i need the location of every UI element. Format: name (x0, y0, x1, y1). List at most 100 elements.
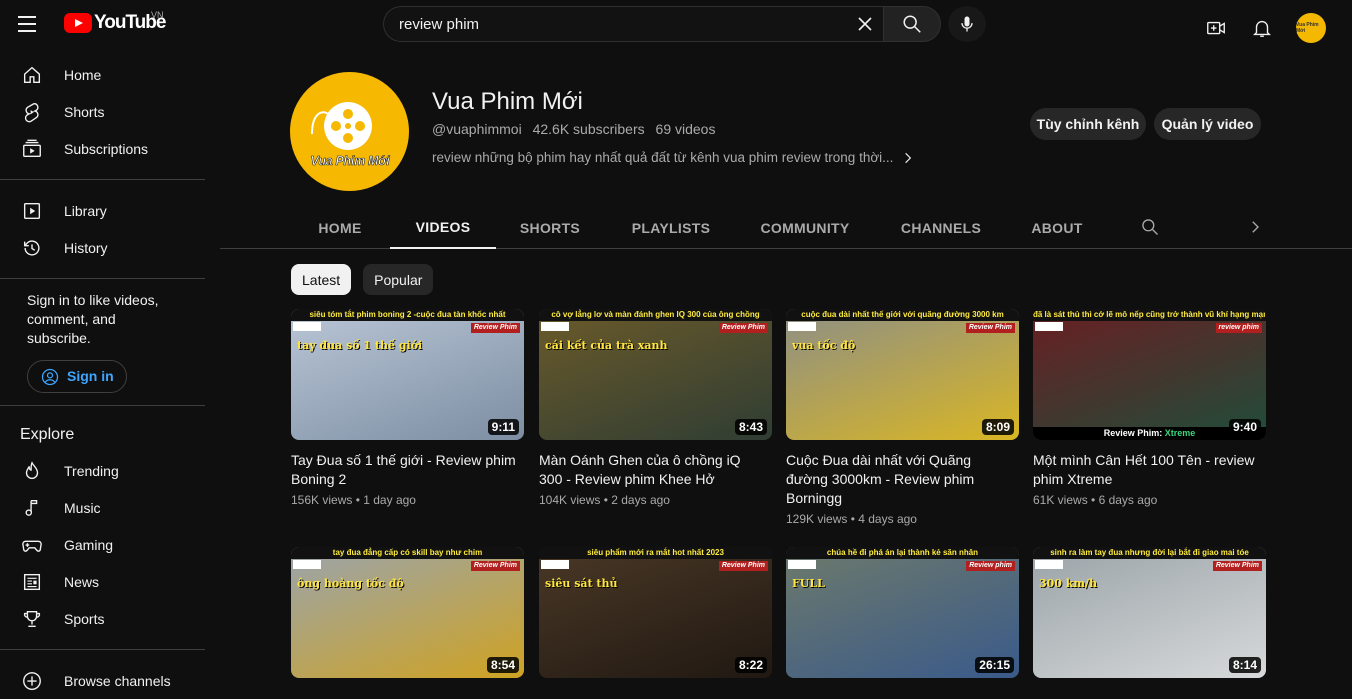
tab-community[interactable]: COMMUNITY (752, 207, 858, 249)
video-duration: 9:40 (1228, 419, 1261, 435)
thumbnail-logo-badge (1035, 560, 1063, 569)
tab-channels[interactable]: CHANNELS (894, 207, 988, 249)
sidebar-item-history[interactable]: History (0, 229, 205, 266)
avatar-label: Vua Phim Mới (1296, 22, 1319, 34)
video-age: 1 day ago (363, 493, 416, 507)
video-views: 104K views (539, 493, 601, 507)
search-input[interactable] (383, 6, 883, 42)
explore-heading: Explore (20, 426, 75, 443)
voice-search-button[interactable] (948, 6, 986, 42)
video-thumbnail[interactable]: siêu tóm tắt phim boning 2 -cuộc đua tàn… (291, 309, 524, 440)
music-icon (21, 497, 43, 519)
video-meta: 129K views • 4 days ago (786, 512, 917, 526)
sidebar-item-subscriptions[interactable]: Subscriptions (0, 130, 205, 167)
video-thumbnail[interactable]: chúa hề đi phá án lại thành kẻ săn nhân R… (786, 547, 1019, 678)
video-thumbnail[interactable]: tay đua đẳng cấp có skill bay như chim Re… (291, 547, 524, 678)
sidebar-item-label: Sports (64, 610, 105, 627)
clear-search-icon[interactable] (853, 12, 877, 36)
film-reel-logo-icon (311, 102, 372, 150)
thumbnail-logo-badge (788, 322, 816, 331)
thumbnail-banner-text: đã là sát thủ thì cớ lẽ mô nếp cũng trở … (1033, 309, 1266, 321)
channel-description[interactable]: review những bộ phim hay nhất quả đất từ… (432, 150, 915, 165)
thumbnail-overlay-text: cái kết của trà xanh (545, 339, 668, 352)
thumbnail-banner-text: cuộc đua dài nhất thế giới với quãng đườ… (786, 309, 1019, 321)
menu-icon[interactable] (18, 12, 44, 36)
tab-videos[interactable]: VIDEOS (390, 207, 496, 249)
thumbnail-overlay-text: siêu sát thủ (545, 577, 618, 590)
trending-icon (21, 460, 43, 482)
sidebar-item-trending[interactable]: Trending (0, 452, 205, 489)
video-card[interactable]: cuộc đua dài nhất thế giới với quãng đườ… (786, 309, 1019, 526)
video-meta: 61K views • 6 days ago (1033, 493, 1158, 507)
video-thumbnail[interactable]: siêu phẩm mới ra mắt hot nhất 2023 Review… (539, 547, 772, 678)
video-card[interactable]: tay đua đẳng cấp có skill bay như chim Re… (291, 547, 524, 678)
manage-videos-button[interactable]: Quản lý video (1154, 108, 1261, 140)
video-duration: 8:22 (734, 657, 767, 673)
chip-latest[interactable]: Latest (291, 264, 352, 295)
sidebar-divider (0, 405, 205, 406)
channel-search-icon[interactable] (1140, 217, 1160, 242)
video-thumbnail[interactable]: cô vợ lẳng lơ và màn đánh ghen IQ 300 củ… (539, 309, 772, 440)
home-icon (21, 64, 43, 86)
thumbnail-review-badge: Review Phim (1212, 561, 1262, 571)
sign-in-button[interactable]: Sign in (27, 360, 127, 393)
notifications-bell-icon[interactable] (1250, 16, 1274, 40)
youtube-logo[interactable]: YouTube VN (64, 10, 166, 34)
video-card[interactable]: sinh ra làm tay đua nhưng đời lại bắt đi… (1033, 547, 1266, 678)
tab-about[interactable]: ABOUT (1026, 207, 1088, 249)
thumbnail-overlay-text: vua tốc độ (792, 339, 856, 352)
video-card[interactable]: chúa hề đi phá án lại thành kẻ săn nhân R… (786, 547, 1019, 678)
thumbnail-banner-text: sinh ra làm tay đua nhưng đời lại bắt đi… (1033, 547, 1266, 559)
video-card[interactable]: cô vợ lẳng lơ và màn đánh ghen IQ 300 củ… (539, 309, 772, 507)
video-duration: 8:43 (734, 419, 767, 435)
tab-home[interactable]: HOME (308, 207, 372, 249)
chip-popular[interactable]: Popular (363, 264, 434, 295)
shorts-icon (21, 101, 43, 123)
sidebar-item-shorts[interactable]: Shorts (0, 93, 205, 130)
video-thumbnail[interactable]: đã là sát thủ thì cớ lẽ mô nếp cũng trở … (1033, 309, 1266, 440)
video-title[interactable]: Cuộc Đua dài nhất với Quãng đường 3000km… (786, 451, 1014, 508)
sidebar-item-label: Music (64, 499, 101, 516)
tabs-scroll-right-icon[interactable] (1246, 217, 1264, 242)
sidebar-item-music[interactable]: Music (0, 489, 205, 526)
sidebar: Home Shorts Subscriptions Library Histor… (0, 56, 205, 690)
tab-playlists[interactable]: PLAYLISTS (624, 207, 718, 249)
sidebar-item-library[interactable]: Library (0, 192, 205, 229)
tab-shorts[interactable]: SHORTS (512, 207, 588, 249)
thumbnail-review-badge: Review Phim (470, 561, 520, 571)
thumbnail-caption-title: Xtreme (1164, 428, 1196, 438)
sidebar-item-label: Gaming (64, 536, 114, 553)
customize-channel-button[interactable]: Tùy chỉnh kênh (1030, 108, 1146, 140)
video-age: 2 days ago (611, 493, 670, 507)
video-thumbnail[interactable]: sinh ra làm tay đua nhưng đời lại bắt đi… (1033, 547, 1266, 678)
sidebar-item-news[interactable]: News (0, 563, 205, 600)
channel-avatar[interactable]: Vua Phim Mới (290, 72, 409, 191)
video-card[interactable]: đã là sát thủ thì cớ lẽ mô nếp cũng trở … (1033, 309, 1266, 507)
video-thumbnail[interactable]: cuộc đua dài nhất thế giới với quãng đườ… (786, 309, 1019, 440)
sidebar-item-browse-channels[interactable]: Browse channels (0, 662, 205, 699)
channel-description-text: review những bộ phim hay nhất quả đất từ… (432, 150, 894, 165)
thumbnail-banner-text: chúa hề đi phá án lại thành kẻ săn nhân (786, 547, 1019, 559)
thumbnail-review-badge: Review Phim (718, 561, 768, 571)
video-title[interactable]: Tay Đua số 1 thế giới - Review phim Boni… (291, 451, 519, 489)
channel-meta: @vuaphimmoi 42.6K subscribers 69 videos (432, 121, 715, 137)
chevron-right-icon (905, 152, 912, 163)
video-duration: 8:09 (981, 419, 1014, 435)
video-card[interactable]: siêu phẩm mới ra mắt hot nhất 2023 Review… (539, 547, 772, 678)
sidebar-item-gaming[interactable]: Gaming (0, 526, 205, 563)
video-title[interactable]: Một mình Cân Hết 100 Tên - review phim X… (1033, 451, 1261, 489)
thumbnail-logo-badge (788, 560, 816, 569)
sort-chips: Latest Popular (291, 264, 434, 295)
sidebar-item-sports[interactable]: Sports (0, 600, 205, 637)
account-avatar[interactable]: Vua Phim Mới (1296, 13, 1326, 43)
search-button[interactable] (883, 6, 941, 42)
search-box (383, 6, 941, 42)
sidebar-item-home[interactable]: Home (0, 56, 205, 93)
video-duration: 8:54 (486, 657, 519, 673)
video-card[interactable]: siêu tóm tắt phim boning 2 -cuộc đua tàn… (291, 309, 524, 507)
thumbnail-logo-badge (293, 322, 321, 331)
gaming-icon (21, 534, 43, 556)
video-title[interactable]: Màn Oánh Ghen của ô chồng iQ 300 - Revie… (539, 451, 767, 489)
create-video-icon[interactable] (1204, 16, 1228, 40)
sidebar-divider (0, 179, 205, 180)
